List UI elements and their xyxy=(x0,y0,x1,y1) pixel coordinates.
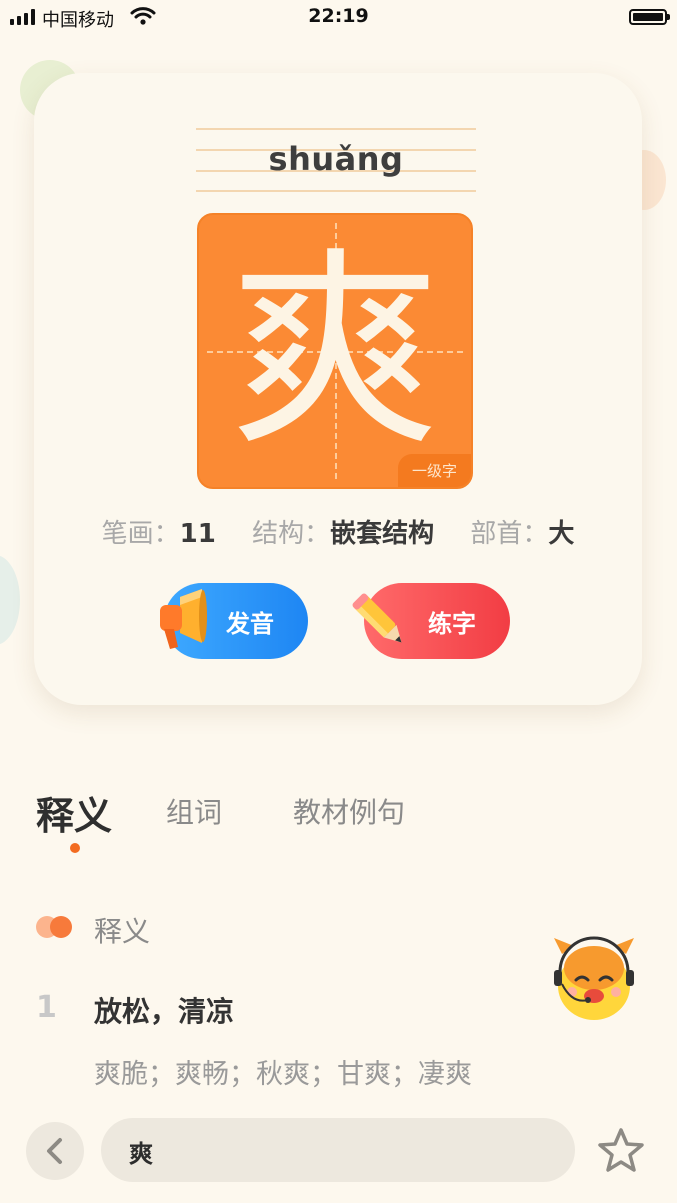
practice-label: 练字 xyxy=(428,609,476,638)
pinyin-text: shuǎng xyxy=(268,140,404,178)
section-title: 释义 xyxy=(94,915,151,948)
level-badge: 一级字 xyxy=(397,454,471,487)
status-bar: 中国移动 22:19 xyxy=(0,0,677,36)
tab-definition[interactable]: 释义 xyxy=(36,785,112,840)
tab-words[interactable]: 组词 xyxy=(166,791,222,831)
search-value: 爽 xyxy=(129,1140,153,1168)
radical-label: 部首： xyxy=(470,519,549,549)
radical-value: 大 xyxy=(548,519,575,549)
character-meta: 笔画：11 结构：嵌套结构 部首：大 xyxy=(34,513,642,550)
pinyin-guide: shuǎng xyxy=(196,128,476,192)
main-character: 爽 xyxy=(229,229,440,474)
structure-value: 嵌套结构 xyxy=(330,519,435,549)
strokes-value: 11 xyxy=(179,519,216,549)
pronounce-label: 发音 xyxy=(226,609,274,638)
back-arrow-icon xyxy=(47,1138,62,1164)
section-dots-icon xyxy=(36,916,74,938)
decor-blob-blue xyxy=(0,555,20,645)
pronounce-button[interactable]: 发音 xyxy=(160,583,308,659)
strokes-label: 笔画： xyxy=(101,519,180,549)
pencil-icon xyxy=(352,593,402,643)
back-button[interactable] xyxy=(26,1122,84,1180)
tab-textbook-examples[interactable]: 教材例句 xyxy=(293,791,405,831)
star-icon[interactable] xyxy=(596,1126,646,1176)
search-input[interactable]: 爽 xyxy=(101,1118,575,1182)
active-tab-indicator xyxy=(70,843,80,853)
definition-example-words[interactable]: 爽脆；爽畅；秋爽；甘爽；凄爽 xyxy=(94,1052,472,1091)
definition-meaning: 放松，清凉 xyxy=(94,995,235,1028)
megaphone-icon xyxy=(160,589,207,649)
structure-label: 结构： xyxy=(252,519,331,549)
practice-button[interactable]: 练字 xyxy=(352,583,510,659)
clock: 22:19 xyxy=(308,5,369,27)
character-card: shuǎng 爽 一级字 笔画：11 结构：嵌套结构 部首：大 发音 练字 xyxy=(34,73,642,705)
character-grid[interactable]: 爽 一级字 xyxy=(197,213,473,489)
mascot-icon[interactable] xyxy=(548,934,640,1026)
definition-number: 1 xyxy=(36,990,57,1025)
battery-icon xyxy=(629,9,670,25)
